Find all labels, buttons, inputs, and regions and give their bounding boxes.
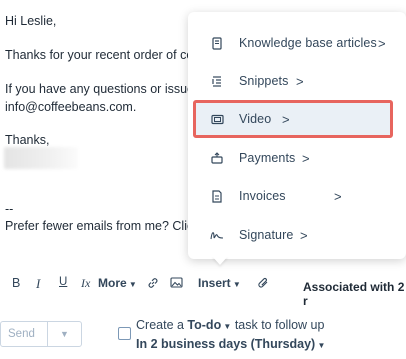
menu-item-snippets[interactable]: Snippets > — [188, 62, 406, 100]
image-icon[interactable] — [170, 277, 183, 291]
menu-item-payments[interactable]: Payments > — [188, 139, 406, 177]
email-greeting: Hi Leslie, — [5, 14, 57, 28]
unsubscribe-text: Prefer fewer emails from me? Click — [5, 219, 203, 233]
create-task-label: Create a To-do ▼ task to follow up — [136, 318, 324, 332]
document-icon — [210, 36, 224, 50]
menu-pointer-caret — [212, 256, 228, 265]
bold-button[interactable]: B — [12, 276, 20, 290]
invoice-icon — [210, 189, 224, 203]
redacted-signature-name — [4, 147, 78, 169]
task-suffix: task to follow up — [231, 318, 325, 332]
more-button[interactable]: More ▼ — [98, 276, 137, 290]
email-line-1: Thanks for your recent order of coffe — [5, 48, 207, 62]
snippets-icon — [210, 74, 224, 88]
task-prefix: Create a — [136, 318, 188, 332]
chevron-right-icon: > — [282, 111, 290, 127]
signature-icon — [210, 228, 224, 242]
menu-item-knowledge-base-articles[interactable]: Knowledge base articles > — [188, 24, 406, 62]
create-task-checkbox[interactable] — [118, 327, 131, 340]
task-type-label: To-do — [187, 318, 222, 332]
chevron-right-icon: > — [334, 188, 342, 204]
menu-item-label: Payments — [239, 151, 296, 165]
menu-item-signature[interactable]: Signature > — [188, 216, 406, 254]
task-type-dropdown[interactable]: To-do ▼ — [187, 318, 231, 332]
email-line-3: info@coffeebeans.com. — [5, 100, 137, 114]
insert-dropdown-menu: Knowledge base articles > Snippets > Vid… — [188, 12, 406, 259]
insert-button[interactable]: Insert ▼ — [198, 276, 241, 290]
unsubscribe-line: Prefer fewer emails from me? Click h — [5, 219, 211, 233]
video-icon — [210, 112, 224, 126]
chevron-right-icon: > — [302, 150, 310, 166]
caret-down-icon: ▼ — [315, 341, 326, 350]
chevron-right-icon: > — [378, 35, 386, 51]
send-button-group: Send ▼ — [0, 321, 82, 347]
chevron-right-icon: > — [296, 73, 304, 89]
menu-item-label: Snippets — [239, 74, 289, 88]
link-icon[interactable] — [147, 277, 159, 292]
associated-records[interactable]: Associated with 2 r — [303, 280, 406, 308]
chevron-right-icon: > — [300, 227, 308, 243]
menu-item-label: Knowledge base articles — [239, 36, 377, 50]
italic-button[interactable]: I — [36, 276, 40, 292]
menu-item-label: Signature — [239, 228, 294, 242]
menu-item-label: Invoices — [239, 189, 286, 203]
send-options-caret-icon[interactable]: ▼ — [47, 322, 81, 346]
email-line-2: If you have any questions or issues w — [5, 82, 213, 96]
payments-icon — [210, 151, 224, 165]
caret-down-icon: ▼ — [126, 280, 137, 289]
menu-item-label: Video — [239, 112, 272, 126]
caret-down-icon: ▼ — [221, 322, 232, 331]
attachment-icon[interactable] — [257, 277, 270, 292]
send-button[interactable]: Send — [1, 322, 47, 346]
underline-button[interactable]: U — [59, 276, 67, 288]
due-date-label: In 2 business days (Thursday) — [136, 337, 316, 351]
email-footer: Send ▼ Create a To-do ▼ task to follow u… — [0, 316, 406, 359]
menu-item-invoices[interactable]: Invoices > — [188, 177, 406, 215]
insert-label: Insert — [198, 276, 231, 290]
email-closing: Thanks, — [5, 133, 50, 147]
clear-formatting-button[interactable]: Ix — [81, 276, 90, 291]
menu-item-video[interactable]: Video > — [193, 100, 393, 138]
signature-separator: -- — [5, 202, 14, 216]
more-label: More — [98, 276, 127, 290]
due-date-dropdown[interactable]: In 2 business days (Thursday) ▼ — [136, 337, 325, 351]
formatting-toolbar: B I U Ix More ▼ Insert ▼ Associated with… — [0, 272, 406, 308]
caret-down-icon: ▼ — [230, 280, 241, 289]
